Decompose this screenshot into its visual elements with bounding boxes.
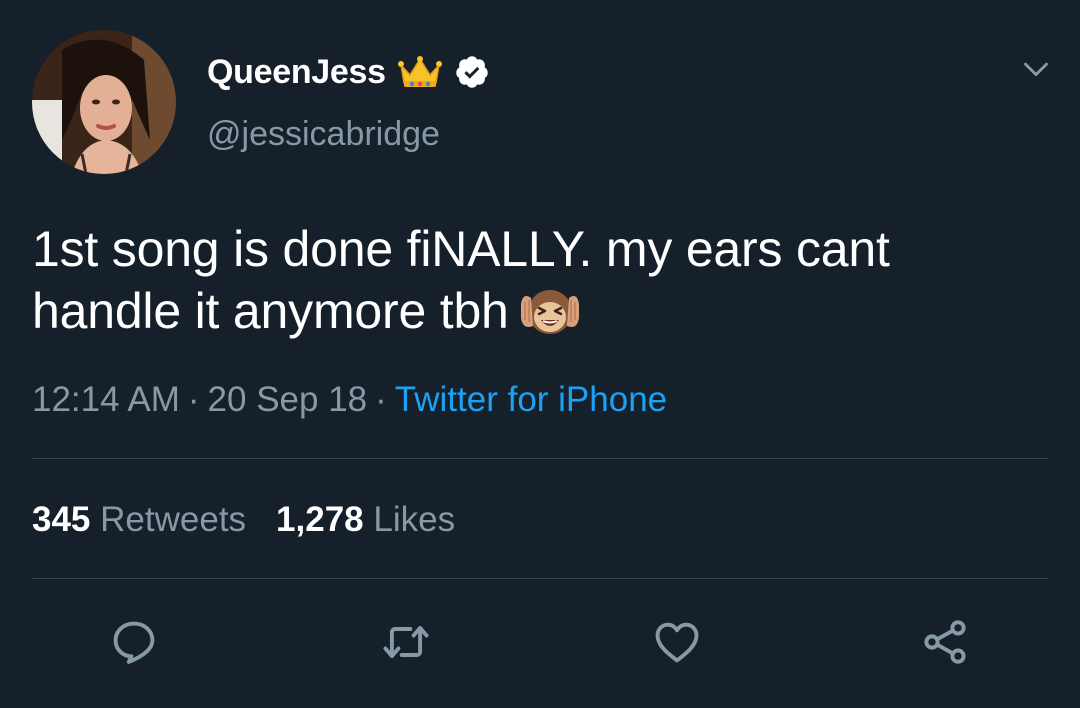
retweet-icon: [383, 625, 429, 659]
hear-no-evil-monkey-emoji: [520, 290, 579, 334]
share-button[interactable]: [917, 614, 973, 670]
tweet-date: 20 Sep 18: [207, 380, 368, 419]
tweet-source-link[interactable]: Twitter for iPhone: [395, 380, 667, 419]
reply-button[interactable]: [106, 614, 162, 670]
reply-icon: [113, 621, 155, 664]
avatar-image: [32, 30, 176, 174]
likes-stat[interactable]: 1,278 Likes: [276, 500, 455, 539]
user-handle[interactable]: @jessicabridge: [207, 115, 440, 154]
crown-emoji: [397, 56, 442, 87]
meta-separator: ·: [375, 380, 387, 419]
retweets-stat[interactable]: 345 Retweets: [32, 500, 246, 539]
display-name-row: QueenJess: [207, 48, 490, 96]
avatar[interactable]: [32, 30, 176, 174]
verified-icon: [455, 56, 488, 88]
display-name[interactable]: QueenJess: [207, 53, 386, 92]
tweet-text: 1st song is done fiNALLY. my ears cant h…: [32, 221, 890, 339]
tweet-detail: QueenJess @jessicabridge 1st song is don…: [0, 0, 1080, 708]
divider: [32, 458, 1048, 459]
like-button[interactable]: [649, 614, 705, 670]
tweet-stats: 345 Retweets 1,278 Likes: [32, 500, 455, 540]
chevron-down-icon[interactable]: [1022, 56, 1050, 84]
like-icon: [655, 622, 699, 663]
tweet-time: 12:14 AM: [32, 380, 180, 419]
action-bar: [0, 614, 1080, 670]
share-icon: [924, 620, 966, 664]
likes-count: 1,278: [276, 500, 364, 539]
tweet-meta: 12:14 AM · 20 Sep 18 · Twitter for iPhone: [32, 380, 667, 420]
retweet-button[interactable]: [378, 614, 434, 670]
tweet-text-container: 1st song is done fiNALLY. my ears cant h…: [32, 218, 1052, 342]
retweets-count: 345: [32, 500, 91, 539]
divider: [32, 578, 1048, 579]
retweets-label: Retweets: [100, 500, 247, 539]
likes-label: Likes: [373, 500, 456, 539]
meta-separator: ·: [187, 380, 200, 419]
